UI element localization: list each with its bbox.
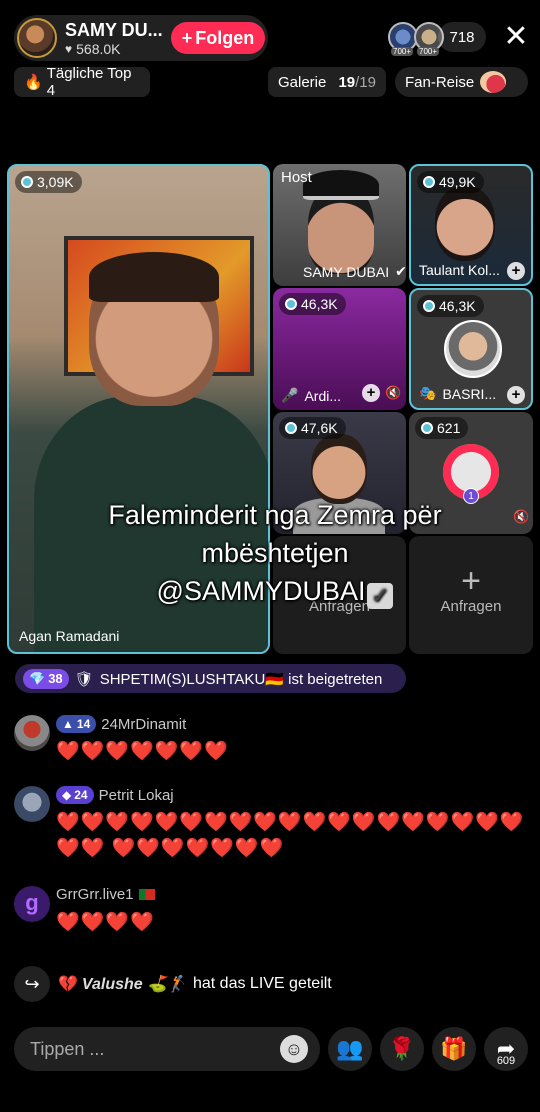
caption-line: @SAMMYDUBAI [156,576,366,606]
guest-viewers-badge: 47,6K [279,417,346,439]
guest-name: SAMY DUBAI [303,263,390,280]
guest-viewers-badge: 621 [415,417,469,439]
gallery-total: /19 [355,73,376,91]
viewers-icon [21,176,33,188]
fan-journey-chip[interactable]: Fan-Reise [395,67,528,97]
share-event: ↪ 💔 Valushe ⛳🏌 hat das LIVE geteilt [14,966,332,1002]
heart-icon: ♥ [65,41,73,56]
viewer-badge: 700+ [417,47,440,56]
guest-name: Taulant Kol... [419,262,500,278]
caption-line: Faleminderit nga Zemra për [108,500,442,530]
follow-label: Folgen [195,27,255,48]
shield-icon: 🛡 [74,670,94,688]
comment-username[interactable]: Petrit Lokaj [99,787,174,804]
mic-icon: 🎤 [281,387,299,403]
guest-name: Agan Ramadani [19,628,120,644]
gem-icon: 💎 [29,670,46,686]
share-count: 609 [496,1055,516,1067]
triangle-icon: ▲ [62,717,74,731]
plus-icon: + [181,27,193,48]
comment-message: ❤️❤️❤️❤️ [56,912,155,933]
host-name: SAMY DU... [65,19,163,40]
comment-input-box[interactable]: ☺ [14,1027,320,1071]
add-guest-icon[interactable]: + [362,384,380,402]
comment-message: ❤️❤️❤️❤️❤️❤️❤️ [56,741,229,762]
guest-tile-host[interactable]: Host SAMY DUBAI ✔ [273,164,406,286]
caption-line: mbështetjen [201,538,349,568]
level-badge: ▲ 14 [56,715,97,733]
guest-tile-taulant[interactable]: 49,9K Taulant Kol... + [409,164,533,286]
gift-button[interactable]: 🎁 [432,1027,476,1071]
level-badge: ◆ 24 [56,786,94,804]
guest-tile-ardi[interactable]: 46,3K 🎤 Ardi... + 🔇 [273,288,406,410]
diamond-icon: ◆ [62,788,72,802]
muted-mic-icon: 🔇 [513,509,530,524]
people-icon: 👥 [336,1036,364,1061]
fan-journey-label: Fan-Reise [405,73,475,91]
portugal-flag-icon [138,889,155,900]
mask-icon: 🎭 [419,385,437,401]
share-button[interactable]: ➦ 609 [484,1027,528,1071]
guest-viewers-badge: 46,3K [279,293,346,315]
gift-icon: 🎁 [440,1036,468,1061]
emoji-icon[interactable]: ☺ [280,1035,308,1063]
close-icon[interactable]: ✕ [500,20,532,54]
host-likes-count: 568.0K [76,40,121,57]
guest-tile-basri[interactable]: 46,3K 🎭 BASRI... + [409,288,533,410]
checkmark-icon: ✓ [367,583,394,609]
daily-top-chip[interactable]: 🔥 Tägliche Top 4 [14,65,150,99]
verified-icon: ✔ [395,263,406,279]
top-viewers[interactable]: 700+ 700+ [388,22,444,56]
broken-heart-icon: 💔 [58,976,78,993]
guest-name: BASRI... [442,385,497,402]
comment-message: ❤️❤️❤️❤️❤️❤️❤️❤️❤️❤️❤️❤️❤️❤️❤️❤️❤️❤️❤️❤️… [56,812,525,859]
fan-journey-icon [480,71,507,93]
viewers-icon [423,300,435,312]
viewers-icon [421,422,433,434]
avatar[interactable] [14,715,50,751]
guest-viewers-badge: 3,09K [15,171,82,193]
viewers-icon [285,422,297,434]
gallery-chip[interactable]: Galerie 19/19 [268,67,386,97]
add-guest-icon[interactable]: + [507,386,525,404]
multi-guest-button[interactable]: 👥 [328,1027,372,1071]
viewer-count[interactable]: 718 [438,22,486,52]
host-tag: Host [281,169,312,186]
comment-input[interactable] [30,1038,280,1060]
follow-button[interactable]: + Folgen [171,22,265,54]
join-text: SHPETIM(S)LUSHTAKU🇩🇪 ist beigetreten [99,670,383,688]
gallery-label: Galerie [278,73,327,91]
comment-username[interactable]: GrrGrr.live1 [56,886,134,903]
guest-avatar [444,320,502,378]
muted-mic-icon: 🔇 [385,385,402,400]
avatar[interactable]: g [14,886,50,922]
host-avatar[interactable] [17,18,57,58]
join-banner: 💎 38 🛡 SHPETIM(S)LUSHTAKU🇩🇪 ist beigetret… [15,664,406,693]
add-guest-icon[interactable]: + [507,262,525,280]
daily-top-label: Tägliche Top 4 [46,65,132,99]
gallery-index: 19 [338,73,356,91]
viewers-icon [285,298,297,310]
caption-overlay: Faleminderit nga Zemra për mbështetjen @… [40,496,510,610]
viewer-badge: 700+ [391,47,414,56]
rose-button[interactable]: 🌹 [380,1027,424,1071]
avatar[interactable] [14,786,50,822]
guest-name: Ardi... [304,387,342,404]
share-icon[interactable]: ↪ [14,966,50,1002]
rose-icon: 🌹 [388,1036,416,1061]
fire-icon: 🔥 [24,74,43,91]
guest-viewers-badge: 46,3K [417,295,484,317]
guest-viewers-badge: 49,9K [417,171,484,193]
comment-username[interactable]: 24MrDinamit [101,716,186,733]
share-username[interactable]: Valushe ⛳🏌 [82,974,187,994]
share-text: hat das LIVE geteilt [192,975,332,992]
gem-level-badge: 💎 38 [23,668,69,689]
viewers-icon [423,176,435,188]
